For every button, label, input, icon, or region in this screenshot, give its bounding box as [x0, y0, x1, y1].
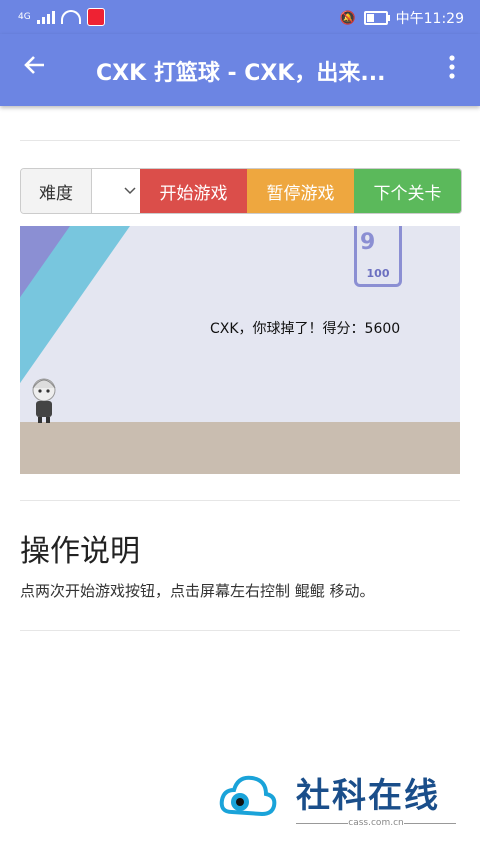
divider	[20, 630, 460, 631]
battery-icon	[363, 11, 390, 25]
wifi-icon	[60, 10, 81, 24]
cass-logo-icon	[219, 775, 277, 817]
app-bar: CXK 打篮球 - CXK，出来...	[0, 34, 480, 106]
clock: 中午11:29	[395, 11, 464, 27]
notification-app-icon	[86, 8, 105, 26]
game-floor	[20, 422, 460, 474]
instructions-text: 点两次开始游戏按钮，点击屏幕左右控制 鲲鲲 移动。	[20, 582, 375, 600]
brand-name: 社科在线	[296, 776, 440, 816]
divider	[20, 500, 460, 501]
difficulty-label: 难度	[21, 169, 92, 213]
signal-icon	[36, 10, 55, 24]
network-type: 4G	[18, 12, 31, 22]
game-controls: 难度 开始游戏 暂停游戏 下个关卡	[20, 168, 462, 214]
hoop-score-label: 100	[366, 267, 390, 280]
divider	[20, 140, 460, 141]
player-character-icon	[32, 378, 56, 423]
page-title: CXK 打篮球 - CXK，出来...	[96, 61, 386, 86]
more-vertical-icon[interactable]	[448, 54, 456, 88]
status-bar: 4G 🔕 中午11:29	[0, 0, 480, 34]
brand-divider	[404, 823, 456, 824]
start-game-button[interactable]: 开始游戏	[140, 169, 247, 213]
arrow-left-icon[interactable]	[22, 52, 48, 86]
next-level-button[interactable]: 下个关卡	[354, 169, 461, 213]
chevron-down-icon	[124, 183, 136, 199]
game-canvas[interactable]: 100 9 CXK，你球掉了！得分：5600	[20, 226, 460, 474]
mute-icon: 🔕	[339, 10, 356, 26]
difficulty-select[interactable]	[92, 169, 140, 213]
pause-game-button[interactable]: 暂停游戏	[247, 169, 354, 213]
instructions-title: 操作说明	[20, 534, 140, 569]
game-message: CXK，你球掉了！得分：5600	[210, 321, 401, 337]
hoop-number: 9	[360, 230, 376, 255]
